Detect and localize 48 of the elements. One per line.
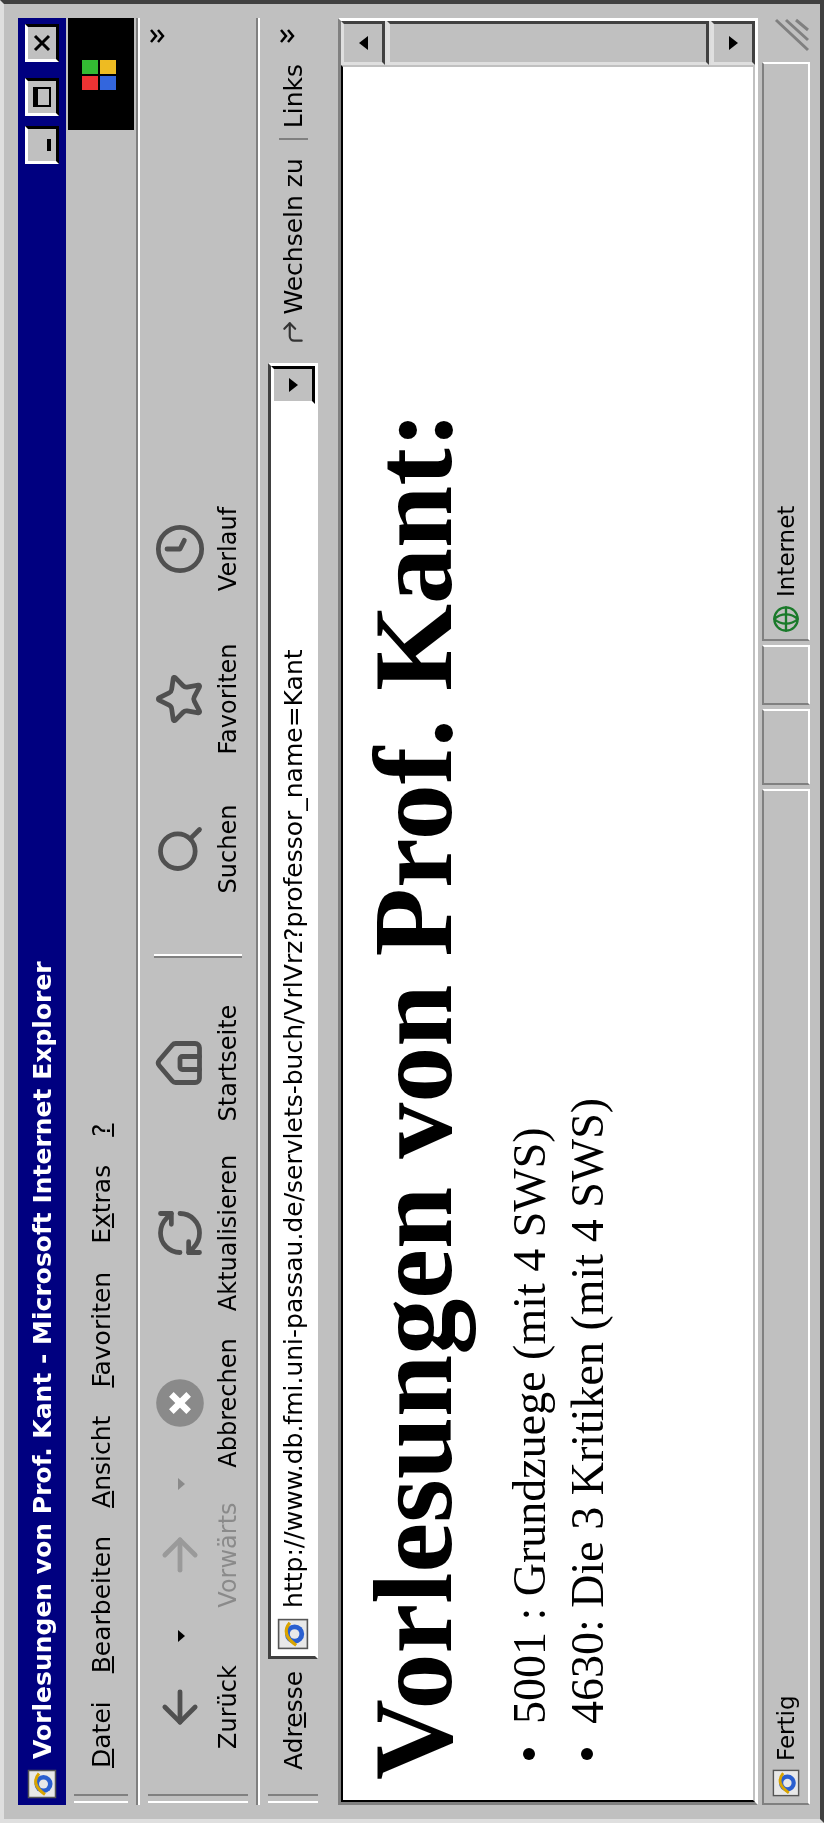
close-icon <box>33 34 51 52</box>
bullet-icon <box>523 1748 535 1760</box>
menu-item[interactable]: ? <box>82 1109 120 1151</box>
maximize-button[interactable] <box>25 78 59 116</box>
links-button[interactable]: Links <box>278 18 308 141</box>
menu-item[interactable]: Ansicht <box>82 1401 120 1522</box>
toolbar-button[interactable]: Abbrechen <box>148 1328 248 1478</box>
close-button[interactable] <box>25 24 59 62</box>
ie-icon <box>277 1617 309 1650</box>
list-item: 5001 : Grundzuege (mit 4 SWS) <box>502 1127 556 1724</box>
address-label: Adresse <box>278 1669 308 1772</box>
scroll-up-button[interactable] <box>341 21 385 65</box>
ie-icon <box>27 1769 57 1799</box>
vertical-scrollbar[interactable] <box>341 21 755 65</box>
page-heading: Vorlesungen von Prof. Kant: <box>350 410 477 1780</box>
menu-item[interactable]: Favoriten <box>82 1257 120 1402</box>
toolbar-button[interactable]: Aktualisieren <box>148 1138 248 1328</box>
clock-icon <box>154 523 206 575</box>
window-title: Vorlesungen von Prof. Kant - Microsoft Internet Explorer <box>27 960 57 1759</box>
menu-item[interactable]: Datei <box>82 1687 120 1782</box>
stop-icon <box>154 1377 206 1429</box>
address-field[interactable]: http://www.db.fmi.uni-passau.de/servlets-buch/VrlVrz?professor_name=Kant <box>268 362 318 1659</box>
toolbar-button[interactable]: Suchen <box>148 774 248 924</box>
bullet-icon <box>581 1748 593 1760</box>
toolbar-grip[interactable] <box>268 1794 318 1803</box>
go-button[interactable]: Wechseln zu <box>278 148 308 355</box>
menu-item[interactable]: Bearbeiten <box>82 1521 120 1688</box>
toolbar-button[interactable]: Startseite <box>148 988 248 1138</box>
minimize-icon <box>47 139 51 151</box>
scrollbar-thumb[interactable] <box>387 21 709 65</box>
zone-text: Internet <box>773 505 799 597</box>
scroll-down-button[interactable] <box>711 21 755 65</box>
toolbar-button[interactable]: Favoriten <box>148 624 248 774</box>
minimize-button[interactable] <box>25 126 59 164</box>
dropdown-arrow-icon[interactable] <box>178 1630 185 1642</box>
toolbar-grip[interactable] <box>74 1794 128 1803</box>
dropdown-button[interactable] <box>271 365 315 404</box>
toolbar-grip[interactable] <box>148 1794 248 1803</box>
ie-icon <box>772 1769 800 1797</box>
menu-item[interactable]: Extras <box>82 1150 120 1258</box>
globe-icon <box>772 605 800 633</box>
status-panel <box>762 645 810 705</box>
toolbar-button[interactable]: Zurück <box>148 1632 248 1782</box>
maximize-icon <box>33 87 51 107</box>
list-item: 4630: Die 3 Kritiken (mit 4 SWS) <box>560 1097 614 1724</box>
chevron-icon <box>278 28 295 44</box>
toolbar-button[interactable]: Verlauf <box>148 474 248 624</box>
status-text: Fertig <box>773 1695 799 1761</box>
